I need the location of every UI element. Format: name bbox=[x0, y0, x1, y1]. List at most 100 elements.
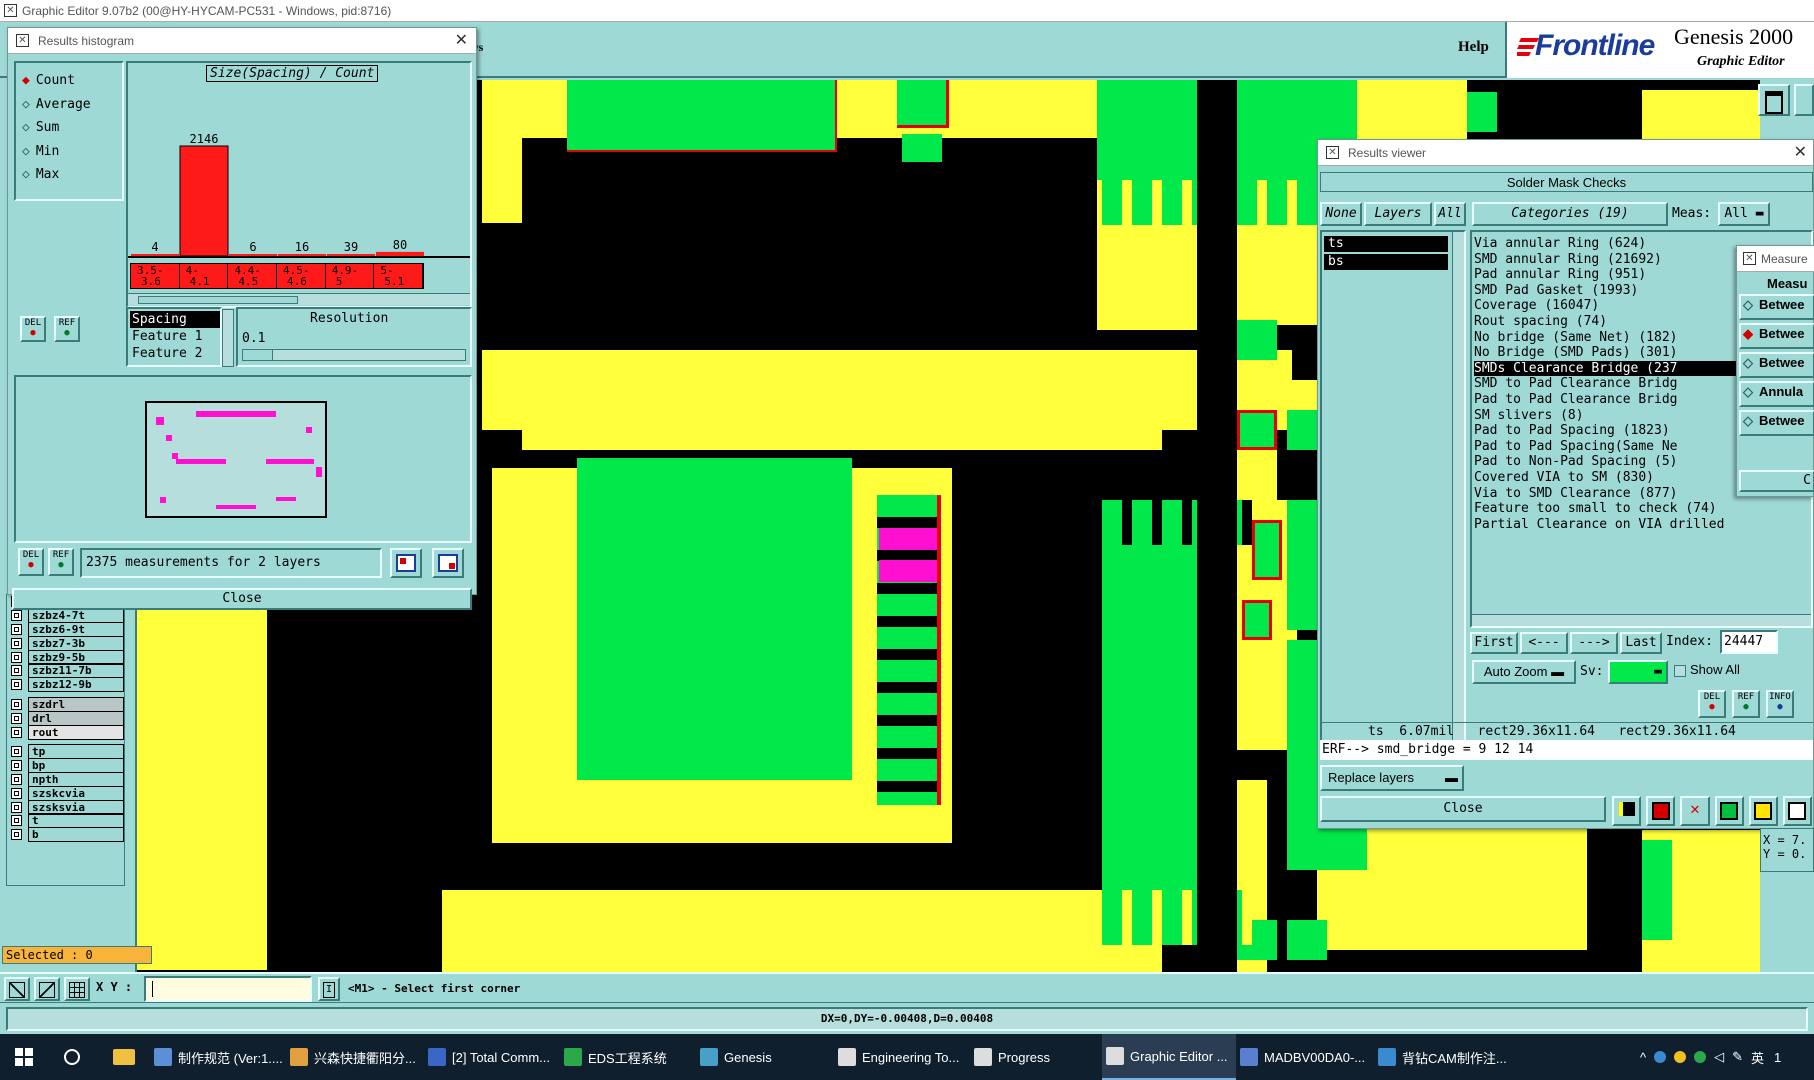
layer-row[interactable]: szbz6-9t bbox=[7, 622, 124, 637]
layer-checkbox[interactable] bbox=[11, 651, 22, 663]
layer-row[interactable]: npth bbox=[7, 771, 124, 787]
update-icon[interactable] bbox=[1674, 1051, 1687, 1063]
layer-row[interactable]: t bbox=[7, 813, 124, 829]
layer-row[interactable]: szsksvia bbox=[7, 799, 124, 815]
layer-row[interactable]: tp bbox=[7, 744, 124, 760]
tool-select-button[interactable] bbox=[4, 977, 30, 1001]
category-item[interactable]: Partial Clearance on VIA drilled bbox=[1474, 517, 1811, 533]
stat-radio-count[interactable]: Count bbox=[22, 69, 122, 93]
tool-button[interactable] bbox=[1646, 796, 1676, 826]
pen-icon[interactable]: ✎ bbox=[1732, 1049, 1743, 1065]
taskbar-app[interactable]: [2] Total Comm... bbox=[424, 1034, 560, 1080]
clock[interactable]: 1 bbox=[1774, 1050, 1781, 1065]
layer-checkbox[interactable] bbox=[11, 610, 22, 622]
measure-option[interactable]: Betwee bbox=[1739, 352, 1814, 378]
viewer-layer-item[interactable]: ts bbox=[1324, 236, 1448, 252]
panel-toggle-button-2[interactable] bbox=[1794, 84, 1814, 116]
help-menu[interactable]: Help bbox=[1458, 39, 1489, 56]
category-item[interactable]: Feature too small to check (74) bbox=[1474, 501, 1811, 517]
taskbar-app[interactable]: 制作规范 (Ver:1.... bbox=[150, 1034, 286, 1080]
taskbar-app[interactable]: Progress bbox=[970, 1034, 1102, 1080]
layer-checkbox[interactable] bbox=[11, 815, 22, 827]
layers-button[interactable]: Layers bbox=[1364, 202, 1432, 226]
layer-row[interactable]: szdrl bbox=[7, 696, 124, 712]
close-button[interactable]: Close bbox=[12, 588, 472, 610]
layer-row[interactable]: drl bbox=[7, 710, 124, 726]
viewer-info-button[interactable]: INFO ● bbox=[1766, 690, 1794, 718]
tool-button[interactable] bbox=[1748, 796, 1778, 826]
layer-row[interactable]: szbz9-5b bbox=[7, 649, 124, 665]
measure-option[interactable]: Betwee bbox=[1739, 410, 1814, 436]
zoom-in-button[interactable] bbox=[390, 548, 422, 578]
layer-checkbox[interactable] bbox=[11, 698, 22, 710]
layer-row[interactable]: szbz11-7b bbox=[7, 663, 124, 679]
board-preview[interactable] bbox=[14, 375, 472, 543]
close-icon[interactable]: ✕ bbox=[1794, 140, 1807, 166]
info-button[interactable]: I bbox=[318, 977, 340, 1001]
resolution-slider[interactable] bbox=[242, 349, 466, 361]
layer-checkbox[interactable] bbox=[11, 679, 22, 691]
tool-measure-button[interactable] bbox=[34, 977, 60, 1001]
taskbar-app[interactable]: Engineering To... bbox=[834, 1034, 970, 1080]
viewer-layer-item[interactable]: bs bbox=[1324, 254, 1448, 270]
layer-checkbox[interactable] bbox=[11, 726, 22, 738]
layer-row[interactable]: b bbox=[7, 827, 124, 843]
none-button[interactable]: None bbox=[1320, 202, 1362, 226]
layer-checkbox[interactable] bbox=[11, 760, 22, 772]
search-button[interactable] bbox=[48, 1034, 96, 1080]
taskbar-app[interactable]: MADBV00DA0-... bbox=[1236, 1034, 1374, 1080]
param-item[interactable]: Spacing bbox=[130, 311, 220, 328]
layer-checkbox[interactable] bbox=[11, 637, 22, 649]
layer-checkbox[interactable] bbox=[11, 801, 22, 813]
measure-option[interactable]: Betwee bbox=[1739, 323, 1814, 349]
histogram-bar[interactable] bbox=[179, 145, 229, 257]
measure-close-button[interactable]: C bbox=[1739, 470, 1814, 492]
network-icon[interactable] bbox=[1654, 1051, 1667, 1063]
layer-row[interactable]: szbz4-7t bbox=[7, 608, 124, 624]
layer-checkbox[interactable] bbox=[11, 787, 22, 799]
zoom-out-button[interactable] bbox=[432, 548, 464, 578]
prev-button[interactable]: <--- bbox=[1520, 632, 1568, 654]
panel-toggle-button[interactable] bbox=[1758, 84, 1790, 116]
replace-layers-dropdown[interactable]: Replace layers ▬ bbox=[1320, 765, 1464, 791]
measure-option[interactable]: Annula bbox=[1739, 381, 1814, 407]
taskbar-app[interactable]: 背钻CAM制作注... bbox=[1374, 1034, 1512, 1080]
layer-row[interactable]: szskcvia bbox=[7, 785, 124, 801]
first-button[interactable]: First bbox=[1470, 632, 1518, 654]
tool-grid-button[interactable] bbox=[64, 977, 90, 1001]
layer-checkbox[interactable] bbox=[11, 623, 22, 635]
layer-row[interactable]: bp bbox=[7, 758, 124, 774]
index-field[interactable]: 24447 bbox=[1720, 630, 1778, 654]
measure-option[interactable]: Betwee bbox=[1739, 294, 1814, 320]
layer-checkbox[interactable] bbox=[11, 712, 22, 724]
slider-thumb[interactable] bbox=[243, 350, 273, 360]
volume-icon[interactable]: ◁ bbox=[1714, 1049, 1724, 1065]
category-hscroll[interactable] bbox=[1472, 614, 1811, 626]
categories-button[interactable]: Categories (19) bbox=[1472, 202, 1668, 226]
stat-radio-min[interactable]: Min bbox=[22, 140, 122, 164]
del-button[interactable]: DEL ● bbox=[20, 316, 46, 342]
xy-input[interactable] bbox=[144, 976, 312, 1002]
stat-radio-max[interactable]: Max bbox=[22, 163, 122, 187]
all-button[interactable]: All bbox=[1434, 202, 1466, 226]
stat-radio-sum[interactable]: Sum bbox=[22, 116, 122, 140]
layer-row[interactable]: rout bbox=[7, 724, 124, 740]
param-item[interactable]: Feature 2 bbox=[130, 345, 220, 362]
histogram-scrollbar[interactable] bbox=[128, 293, 470, 305]
sv-color-dropdown[interactable]: ▬ bbox=[1608, 660, 1668, 684]
show-all-checkbox[interactable] bbox=[1674, 665, 1686, 677]
layer-row[interactable]: szbz12-9b bbox=[7, 677, 124, 693]
layer-row[interactable]: szbz7-3b bbox=[7, 635, 124, 651]
viewer-ref-button[interactable]: REF ● bbox=[1732, 690, 1760, 718]
ref-button-bottom[interactable]: REF ● bbox=[48, 548, 74, 576]
viewer-del-button[interactable]: DEL ● bbox=[1698, 690, 1726, 718]
input-language[interactable]: 英 bbox=[1751, 1048, 1764, 1067]
taskbar-app[interactable]: Genesis bbox=[696, 1034, 834, 1080]
shield-icon[interactable] bbox=[1694, 1051, 1707, 1063]
taskbar-app[interactable]: 兴森快捷衢阳分... bbox=[286, 1034, 424, 1080]
stat-radio-average[interactable]: Average bbox=[22, 93, 122, 117]
tool-button[interactable] bbox=[1714, 796, 1744, 826]
param-item[interactable]: Feature 1 bbox=[130, 328, 220, 345]
auto-zoom-dropdown[interactable]: Auto Zoom ▬ bbox=[1472, 660, 1576, 684]
last-button[interactable]: Last bbox=[1620, 632, 1662, 654]
